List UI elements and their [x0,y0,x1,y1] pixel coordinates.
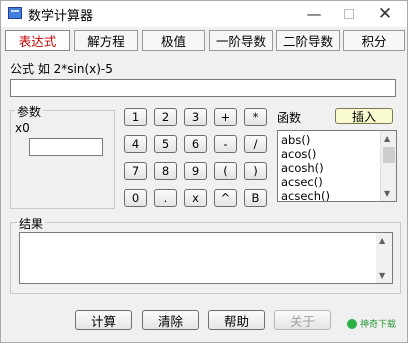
key-close-paren[interactable]: ) [244,162,267,180]
tab-first-derivative[interactable]: 一阶导数 [209,30,273,51]
watermark-logo-icon [347,318,357,329]
key-8[interactable]: 8 [154,162,177,180]
functions-label: 函数 [277,111,302,125]
tab-expression[interactable]: 表达式 [5,30,70,51]
key-0[interactable]: 0 [124,189,147,207]
watermark-text: 神奇下载 [360,320,397,330]
result-scroll-up-icon[interactable]: ▲ [379,236,385,245]
x0-label: x0 [15,121,30,135]
key-open-paren[interactable]: ( [214,162,237,180]
key-divide[interactable]: / [244,135,267,153]
params-group-title: 参数 [15,103,44,120]
key-2[interactable]: 2 [154,108,177,126]
result-scrollbar[interactable]: ▲ ▼ [376,233,392,283]
key-4[interactable]: 4 [124,135,147,153]
key-5[interactable]: 5 [154,135,177,153]
tab-solve-equation[interactable]: 解方程 [74,30,138,51]
key-power[interactable]: ^ [214,189,237,207]
key-multiply[interactable]: * [244,108,267,126]
mode-tabs: 表达式 解方程 极值 一阶导数 二阶导数 积分 [5,30,405,52]
window-title: 数学计算器 [28,9,94,24]
result-output[interactable]: ▲ ▼ [19,232,393,284]
tab-integral[interactable]: 积分 [343,30,405,51]
scroll-up-arrow-icon[interactable]: ▲ [384,134,390,143]
insert-button[interactable]: 插入 [335,108,393,124]
key-backspace[interactable]: B [244,189,267,207]
clear-button[interactable]: 清除 [142,310,199,330]
key-decimal[interactable]: . [154,189,177,207]
formula-input[interactable] [10,79,396,97]
scroll-down-arrow-icon[interactable]: ▼ [384,189,390,198]
maximize-button[interactable] [329,1,369,27]
function-item-acosh[interactable]: acosh() [281,161,324,175]
tab-extremum[interactable]: 极值 [142,30,205,51]
minimize-button[interactable]: — [294,1,334,27]
function-list[interactable]: abs() acos() acosh() acsec() acsech() ▲ … [277,130,397,202]
key-plus[interactable]: + [214,108,237,126]
key-3[interactable]: 3 [184,108,207,126]
key-9[interactable]: 9 [184,162,207,180]
title-bar[interactable]: 数学计算器 — ✕ [1,1,407,27]
function-list-scrollbar[interactable]: ▲ ▼ [380,131,396,201]
calculator-app-icon [8,7,22,19]
key-6[interactable]: 6 [184,135,207,153]
key-7[interactable]: 7 [124,162,147,180]
key-minus[interactable]: - [214,135,237,153]
calculator-window: 数学计算器 — ✕ 表达式 解方程 极值 一阶导数 二阶导数 积分 公式 如 2… [0,0,408,343]
function-item-acsec[interactable]: acsec() [281,175,323,189]
function-item-abs[interactable]: abs() [281,133,310,147]
watermark: 神奇下载 [347,317,396,330]
function-item-acsech[interactable]: acsech() [281,189,330,201]
key-1[interactable]: 1 [124,108,147,126]
tab-second-derivative[interactable]: 二阶导数 [276,30,340,51]
help-button[interactable]: 帮助 [208,310,265,330]
about-button: 关于 [274,310,331,330]
key-x[interactable]: x [184,189,207,207]
function-item-acos[interactable]: acos() [281,147,316,161]
calculate-button[interactable]: 计算 [75,310,132,330]
x0-input[interactable] [29,138,103,156]
close-button[interactable]: ✕ [365,1,405,27]
formula-label: 公式 如 2*sin(x)-5 [10,62,113,76]
scrollbar-thumb[interactable] [383,147,395,163]
maximize-icon [344,9,354,19]
result-group-title: 结果 [17,215,46,232]
result-scroll-down-icon[interactable]: ▼ [379,271,385,280]
